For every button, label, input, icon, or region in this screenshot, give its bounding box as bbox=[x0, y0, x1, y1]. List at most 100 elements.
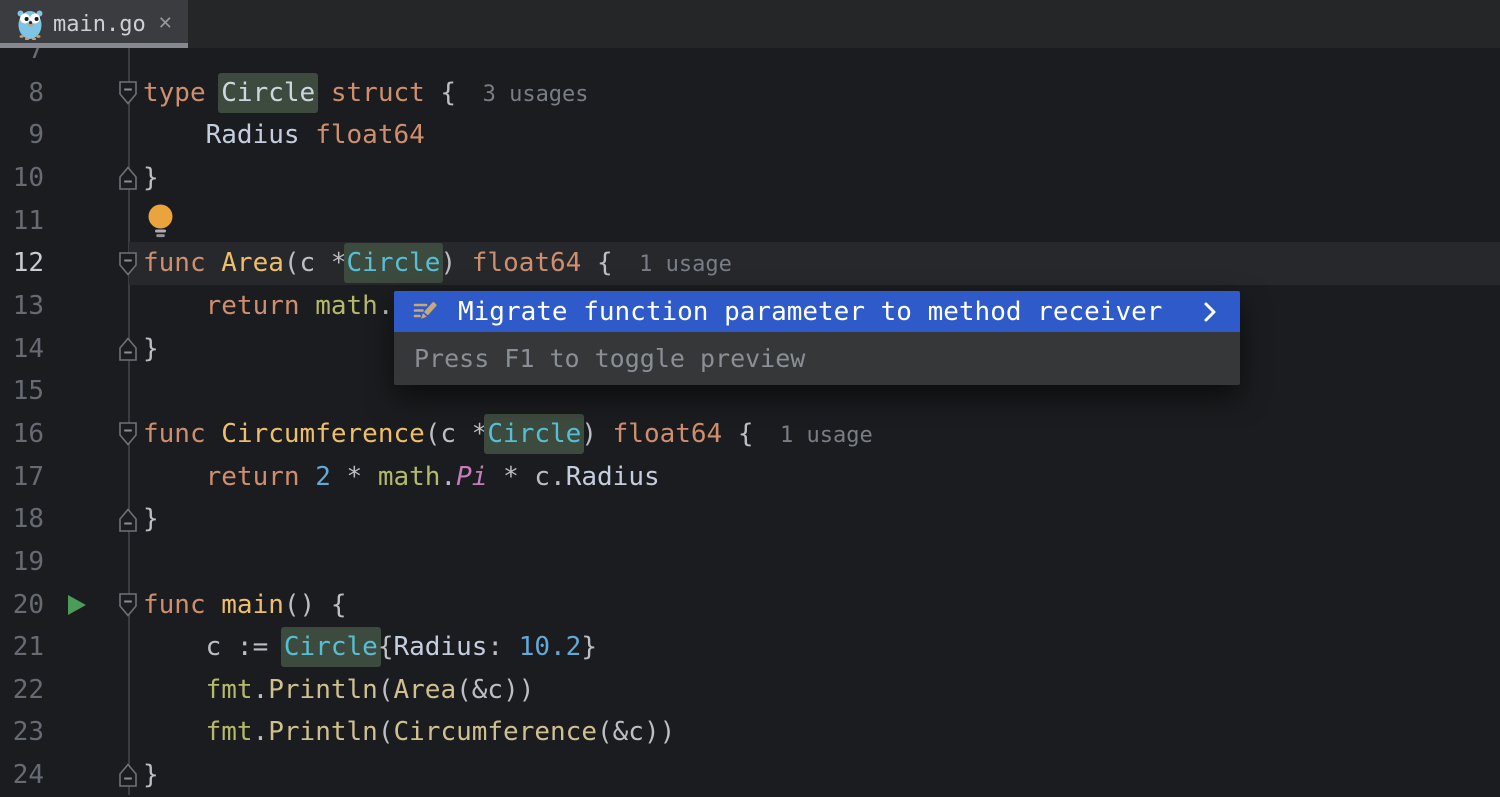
code-token: . bbox=[440, 462, 456, 492]
popup-hint-text: Press F1 to toggle preview bbox=[414, 344, 805, 373]
code-token: { bbox=[581, 248, 612, 278]
line-number[interactable]: 13 bbox=[0, 285, 44, 328]
line-number[interactable]: 11 bbox=[0, 200, 44, 243]
code-token: { bbox=[378, 632, 394, 662]
line-number[interactable]: 20 bbox=[0, 584, 44, 627]
code-token: 1 usage bbox=[754, 423, 873, 448]
code-token: c := bbox=[143, 632, 284, 662]
code-token: struct bbox=[331, 78, 425, 108]
code-line: 16 func Circumference(c *Circle) float64… bbox=[0, 413, 1500, 456]
code-token: func bbox=[143, 419, 221, 449]
code-line: 22 fmt.Println(Area(&c)) bbox=[0, 669, 1500, 712]
close-tab-icon[interactable]: ✕ bbox=[158, 15, 173, 33]
line-number[interactable]: 17 bbox=[0, 456, 44, 499]
line-number[interactable]: 10 bbox=[0, 157, 44, 200]
fold-marker-icon[interactable] bbox=[117, 165, 139, 191]
code-line: 24 } bbox=[0, 754, 1500, 797]
line-number[interactable]: 19 bbox=[0, 541, 44, 584]
code-token: float64 bbox=[472, 248, 582, 278]
code-token: float64 bbox=[315, 120, 425, 150]
code-text: return math. bbox=[143, 285, 393, 328]
code-token: Circle bbox=[281, 627, 381, 667]
code-text: } bbox=[143, 157, 159, 200]
code-token: Println bbox=[268, 675, 378, 705]
intention-action-label: Migrate function parameter to method rec… bbox=[458, 297, 1202, 327]
line-number[interactable]: 24 bbox=[0, 754, 44, 797]
code-token: 2 bbox=[315, 462, 331, 492]
line-number[interactable]: 18 bbox=[0, 498, 44, 541]
code-line: 12 func Area(c *Circle) float64 { 1 usag… bbox=[0, 242, 1500, 285]
fold-marker-icon[interactable] bbox=[117, 336, 139, 362]
line-number[interactable]: 23 bbox=[0, 711, 44, 754]
goland-window: 78 type Circle struct { 3 usages9 Radius… bbox=[0, 0, 1500, 795]
code-token: * c. bbox=[487, 462, 565, 492]
line-number[interactable]: 14 bbox=[0, 328, 44, 371]
code-token: . bbox=[378, 291, 394, 321]
code-text: } bbox=[143, 754, 159, 797]
code-token bbox=[143, 675, 206, 705]
code-token: * bbox=[331, 462, 378, 492]
tab-main-go[interactable]: main.go ✕ bbox=[0, 0, 188, 48]
fold-marker-icon[interactable] bbox=[117, 592, 139, 618]
line-number[interactable]: 8 bbox=[0, 72, 44, 115]
line-number[interactable]: 21 bbox=[0, 626, 44, 669]
line-number[interactable]: 22 bbox=[0, 669, 44, 712]
code-token: (&c)) bbox=[456, 675, 534, 705]
code-token bbox=[315, 78, 331, 108]
code-token: 3 usages bbox=[456, 82, 588, 107]
code-token: } bbox=[581, 632, 597, 662]
code-token: math bbox=[315, 291, 378, 321]
fold-marker-icon[interactable] bbox=[117, 251, 139, 277]
code-token bbox=[143, 120, 206, 150]
code-token: (&c)) bbox=[597, 717, 675, 747]
run-button-icon[interactable] bbox=[65, 593, 87, 617]
code-token: (c * bbox=[425, 419, 488, 449]
code-token: } bbox=[143, 334, 159, 364]
code-token: { bbox=[722, 419, 753, 449]
code-line: 23 fmt.Println(Circumference(&c)) bbox=[0, 711, 1500, 754]
code-token: } bbox=[143, 504, 159, 534]
code-line: 18 } bbox=[0, 498, 1500, 541]
code-token: Circumference bbox=[221, 419, 425, 449]
code-token: Area bbox=[221, 248, 284, 278]
fold-marker-icon[interactable] bbox=[117, 80, 139, 106]
submenu-chevron-icon bbox=[1202, 301, 1218, 323]
code-token: ( bbox=[378, 675, 394, 705]
code-text: fmt.Println(Circumference(&c)) bbox=[143, 711, 675, 754]
code-token: math bbox=[378, 462, 441, 492]
code-text: return 2 * math.Pi * c.Radius bbox=[143, 456, 660, 499]
code-text: type Circle struct { 3 usages bbox=[143, 72, 589, 117]
line-number[interactable]: 15 bbox=[0, 370, 44, 413]
intention-bulb-icon[interactable] bbox=[147, 203, 174, 238]
code-text: } bbox=[143, 498, 159, 541]
go-gopher-icon bbox=[17, 8, 43, 40]
code-editor[interactable]: 78 type Circle struct { 3 usages9 Radius… bbox=[0, 0, 1500, 795]
code-token: Circle bbox=[484, 414, 584, 454]
line-number[interactable]: 16 bbox=[0, 413, 44, 456]
code-text: fmt.Println(Area(&c)) bbox=[143, 669, 534, 712]
code-token: : bbox=[487, 632, 518, 662]
intention-action-pencil-icon bbox=[412, 299, 438, 325]
code-token: 10.2 bbox=[519, 632, 582, 662]
code-text: Radius float64 bbox=[143, 114, 425, 157]
code-line: 9 Radius float64 bbox=[0, 114, 1500, 157]
code-token: fmt bbox=[206, 675, 253, 705]
code-token: ) bbox=[440, 248, 471, 278]
code-token: { bbox=[425, 78, 456, 108]
code-token bbox=[143, 462, 206, 492]
line-number[interactable]: 9 bbox=[0, 114, 44, 157]
intention-action-item[interactable]: Migrate function parameter to method rec… bbox=[394, 291, 1240, 332]
code-token: (c * bbox=[284, 248, 347, 278]
fold-marker-icon[interactable] bbox=[117, 762, 139, 788]
code-token: ) bbox=[581, 419, 612, 449]
code-token: Circle bbox=[344, 243, 444, 283]
fold-marker-icon[interactable] bbox=[117, 421, 139, 447]
line-number[interactable]: 12 bbox=[0, 242, 44, 285]
code-token bbox=[143, 291, 206, 321]
popup-hint-panel: Press F1 to toggle preview bbox=[394, 332, 1240, 385]
code-token: Radius bbox=[566, 462, 660, 492]
code-text: c := Circle{Radius: 10.2} bbox=[143, 626, 597, 669]
fold-marker-icon[interactable] bbox=[117, 507, 139, 533]
code-line: 17 return 2 * math.Pi * c.Radius bbox=[0, 456, 1500, 499]
code-line: 11 bbox=[0, 200, 1500, 243]
